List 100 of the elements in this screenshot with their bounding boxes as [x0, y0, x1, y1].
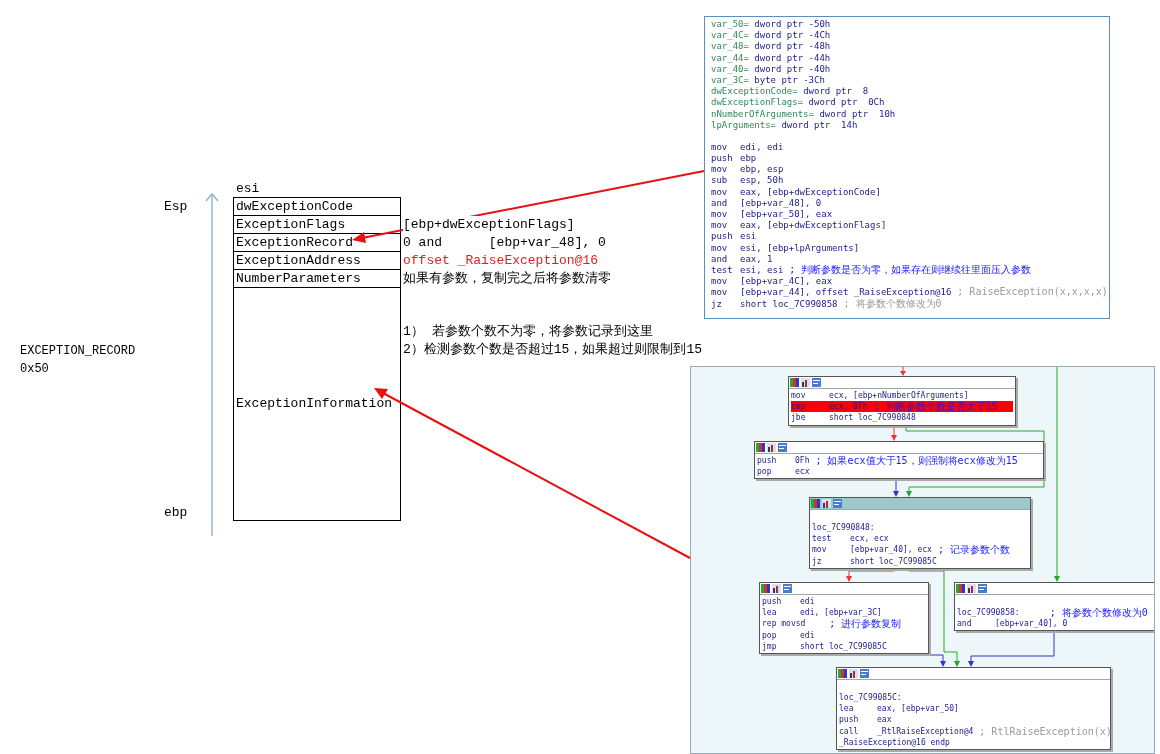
- code-mnemonic: and: [711, 196, 729, 208]
- info-note: 1） 若参数个数不为零，将参数记录到这里: [403, 323, 654, 341]
- code-mnemonic: pop: [762, 629, 778, 641]
- chart-icon[interactable]: [822, 499, 831, 508]
- code-operands: esp, 50h: [740, 174, 784, 186]
- code-comment: ; RaiseException(x,x,x,x): [957, 286, 1108, 298]
- code-mnemonic: mov: [711, 208, 729, 220]
- code-mnemonic: jmp: [762, 640, 778, 652]
- code-block[interactable]: push edi lea edi, [ebp+var_3C] rep movsd ; 进行参数复制 pop edi jmp short loc_7C99085C: [759, 582, 929, 654]
- flow-edge: [900, 367, 906, 376]
- code-mnemonic: mov: [711, 219, 729, 231]
- code-operands: ecx, [ebp+nNumberOfArguments]: [829, 390, 969, 401]
- code-operands: [ebp+var_4C], eax: [740, 275, 833, 287]
- code-mnemonic: and: [957, 618, 973, 630]
- listing-icon[interactable]: [860, 669, 869, 678]
- code-block[interactable]: loc_7C990848: test ecx, ecx mov [ebp+var_40], ecx ; 记录参数个数 jz short loc_7C99085C: [809, 497, 1031, 569]
- code-line: dwExceptionCode= dword ptr 8: [711, 85, 869, 97]
- code-comment: ; RtlRaiseException(x): [979, 725, 1112, 737]
- code-label: loc_7C99085C:: [839, 692, 902, 704]
- code-operands: [ebp+var_48], 0: [740, 197, 822, 208]
- chart-icon[interactable]: [772, 584, 781, 593]
- code-operands: edi, edi: [740, 140, 784, 153]
- code-comment: ; 如果ecx值大于15，则强制将ecx修改为15: [815, 455, 1018, 467]
- code-mnemonic: and: [711, 252, 729, 264]
- chart-icon[interactable]: [849, 669, 858, 678]
- code-mnemonic: cmp: [791, 401, 807, 413]
- listing-icon[interactable]: [778, 443, 787, 452]
- code-operands: short loc_7C990858: [740, 297, 838, 309]
- code-block[interactable]: loc_7C990858: ; 将参数个数修改为0 and [ebp+var_40], 0: [954, 582, 1154, 632]
- code-mnemonic: mov: [791, 390, 807, 402]
- chart-icon[interactable]: [767, 443, 776, 452]
- code-mnemonic: push: [711, 152, 734, 164]
- code-operands: edi: [800, 629, 815, 641]
- code-comment: ; 将参数个数修改为0: [1049, 607, 1148, 619]
- code-mnemonic: push: [839, 714, 860, 726]
- code-label: _RaiseException@16 endp: [839, 736, 950, 748]
- code-operands: ebp, esp: [740, 163, 784, 175]
- struct-field: ExceptionFlags: [234, 216, 400, 234]
- code-operands: ecx, ecx: [850, 533, 889, 545]
- code-mnemonic: jbe: [791, 412, 807, 424]
- chart-icon[interactable]: [801, 378, 810, 387]
- code-mnemonic: pop: [757, 466, 773, 478]
- record-name: EXCEPTION_RECORD: [20, 343, 136, 359]
- code-operands: edi, [ebp+var_3C]: [800, 607, 882, 619]
- code-mnemonic: mov: [711, 286, 729, 298]
- code-operands: _RtlRaiseException@4: [877, 725, 974, 737]
- record-size: 0x50: [20, 361, 49, 377]
- code-line: var_50= dword ptr -50h: [711, 18, 831, 30]
- struct-field: ExceptionAddress: [234, 252, 400, 270]
- struct-field: NumberParameters: [234, 270, 400, 288]
- listing-icon[interactable]: [978, 584, 987, 593]
- code-mnemonic: mov: [711, 241, 729, 253]
- code-operands: edi: [800, 596, 815, 608]
- code-line: lpArguments= dword ptr 14h: [711, 119, 858, 130]
- listing-icon[interactable]: [812, 378, 821, 387]
- code-operands: eax, [ebp+var_50]: [877, 703, 959, 715]
- code-mnemonic: push: [711, 230, 734, 242]
- code-operands: [ebp+var_50], eax: [740, 208, 833, 220]
- code-mnemonic: rep movsd: [762, 618, 806, 630]
- code-line: var_44= dword ptr -44h: [711, 51, 831, 63]
- code-operands: eax, [ebp+dwExceptionCode]: [740, 185, 881, 197]
- stack-top-label: esi: [236, 181, 260, 197]
- field-note: offset _RaiseException@16: [403, 252, 599, 270]
- code-block[interactable]: loc_7C99085C: lea eax, [ebp+var_50] push eax call _RtlRaiseException@4 ; RtlRaiseException(x) _RaiseException@16 endp: [836, 667, 1111, 750]
- struct-field: dwExceptionCode: [234, 198, 400, 216]
- code-comment: ; 将参数个数修改为0: [843, 297, 942, 309]
- listing-icon[interactable]: [833, 499, 842, 508]
- listing-icon[interactable]: [783, 584, 792, 593]
- code-operands: esi, esi: [740, 263, 784, 276]
- code-mnemonic: test: [711, 263, 734, 276]
- code-operands: ebp: [740, 152, 757, 164]
- ebp-label: ebp: [164, 505, 188, 521]
- field-note: [ebp+dwExceptionFlags]: [403, 216, 575, 234]
- code-operands: ecx: [795, 466, 810, 478]
- code-mnemonic: lea: [762, 607, 778, 619]
- code-mnemonic: push: [757, 455, 778, 467]
- code-operands: [ebp+var_44], offset _RaiseException@16: [740, 286, 952, 298]
- code-mnemonic: jz: [812, 555, 823, 567]
- code-comment: ; 判断参数个数是否大于15: [873, 401, 998, 413]
- code-line: var_3C= byte ptr -3Ch: [711, 74, 825, 86]
- code-operands: esi, [ebp+lpArguments]: [740, 241, 860, 253]
- code-operands: short loc_7C990848: [829, 412, 916, 424]
- code-block[interactable]: push 0Fh ; 如果ecx值大于15，则强制将ecx修改为15 pop ecx: [754, 441, 1044, 480]
- code-mnemonic: mov: [711, 140, 729, 153]
- chart-icon[interactable]: [967, 584, 976, 593]
- code-mnemonic: sub: [711, 174, 729, 186]
- code-block[interactable]: mov ecx, [ebp+nNumberOfArguments] cmp ecx, 0Fh ; 判断参数个数是否大于15 jbe short loc_7C990848: [788, 376, 1016, 426]
- code-mnemonic: call: [839, 725, 860, 737]
- code-comment: ; 记录参数个数: [937, 544, 1010, 556]
- code-mnemonic: mov: [711, 163, 729, 175]
- code-operands: short loc_7C99085C: [850, 555, 937, 567]
- code-line: dwExceptionFlags= dword ptr 0Ch: [711, 96, 885, 108]
- code-mnemonic: mov: [711, 185, 729, 197]
- code-line: var_4C= dword ptr -4Ch: [711, 29, 831, 41]
- code-operands: [ebp+var_40], ecx: [850, 544, 932, 556]
- code-comment: ; 进行参数复制: [829, 618, 902, 630]
- code-comment: ; 判断参数是否为零，如果存在则继续往里面压入参数: [789, 263, 1032, 276]
- code-operands: short loc_7C99085C: [800, 640, 887, 652]
- code-operands: ecx, 0Fh: [829, 401, 868, 413]
- esp-label: Esp: [164, 199, 188, 215]
